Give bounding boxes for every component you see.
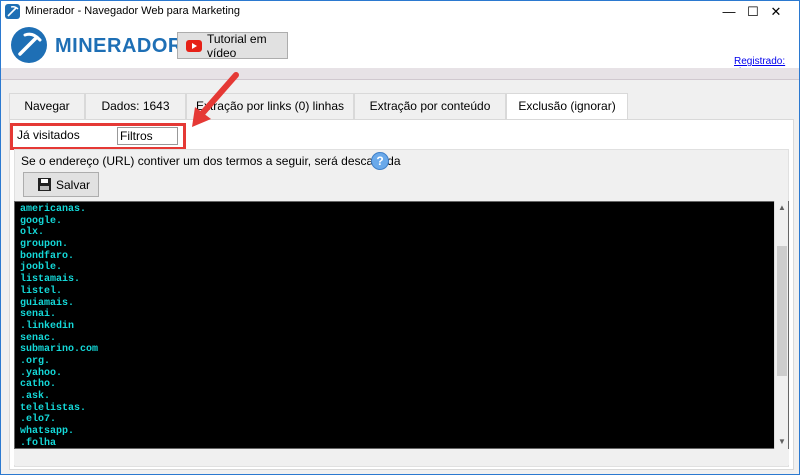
filters-textarea[interactable]: americanas. google. olx. groupon. bondfaro. j… (14, 201, 789, 449)
annotation-arrow-icon (186, 69, 246, 134)
filter-line: listamais. (20, 274, 81, 286)
app-header: MINERADOR Tutorial em vídeo Registrado: … (1, 23, 799, 78)
filter-line: senac. (20, 332, 57, 344)
filter-line: catho. (20, 379, 57, 391)
title-bar: Minerador - Navegador Web para Marketing… (1, 1, 799, 23)
tab-dados[interactable]: Dados: 1643 (85, 93, 186, 119)
bottom-bar (14, 449, 789, 465)
filters-list: americanas. google. olx. groupon. bondfaro. j… (20, 204, 99, 449)
filter-line: guiamais. (20, 297, 75, 309)
floppy-disk-icon (38, 178, 51, 191)
logo-text: MINERADOR (55, 35, 183, 57)
scroll-thumb[interactable] (777, 246, 787, 376)
vertical-scrollbar[interactable]: ▲ ▼ (774, 201, 788, 449)
filter-line: .elo7. (20, 414, 57, 426)
filter-line: jooble. (20, 262, 63, 274)
filter-line: groupon. (20, 239, 69, 251)
filter-line: americanas. (20, 204, 87, 215)
filter-line: olx. (20, 227, 45, 239)
youtube-icon (186, 39, 202, 52)
filter-line: google. (20, 215, 63, 227)
save-button-label: Salvar (56, 177, 91, 192)
tutorial-video-button[interactable]: Tutorial em vídeo (177, 31, 288, 60)
logo-pickaxe-icon (11, 27, 47, 63)
save-button[interactable]: Salvar (23, 172, 99, 197)
close-button[interactable]: ✕ (753, 1, 799, 23)
description-text: Se o endereço (URL) contiver um dos term… (21, 154, 401, 168)
annotation-highlight-box (10, 123, 186, 150)
filter-line: senai. (20, 309, 57, 321)
tab-exclusao[interactable]: Exclusão (ignorar) (506, 93, 628, 119)
filter-line: .yahoo. (20, 367, 63, 379)
pickaxe-icon (5, 4, 20, 19)
help-icon[interactable]: ? (371, 152, 389, 170)
app-window: Minerador - Navegador Web para Marketing… (0, 0, 800, 475)
filter-line: .ask. (20, 391, 51, 402)
filter-line: whatsapp. (20, 426, 75, 438)
filter-line: submarino.com (20, 344, 99, 356)
tab-extracao-conteudo[interactable]: Extração por conteúdo (354, 93, 506, 119)
filter-line: telelistas. (20, 402, 87, 414)
scroll-up-icon[interactable]: ▲ (775, 201, 789, 215)
tab-navegar[interactable]: Navegar (9, 93, 85, 119)
tutorial-video-label: Tutorial em vídeo (207, 31, 267, 60)
header-divider (1, 68, 799, 80)
filter-line: .folha (20, 437, 57, 449)
filter-line: listel. (20, 285, 63, 297)
scroll-down-icon[interactable]: ▼ (775, 435, 789, 449)
filter-line: bondfaro. (20, 250, 75, 262)
filter-line: .linkedin (20, 320, 75, 332)
filter-line: .org. (20, 355, 51, 367)
window-title: Minerador - Navegador Web para Marketing (25, 5, 241, 17)
